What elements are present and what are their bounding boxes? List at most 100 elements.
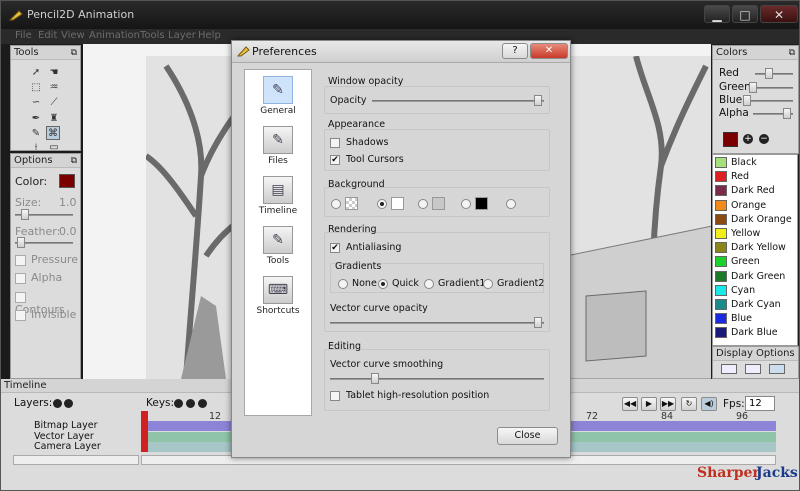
color-list-item[interactable]: Dark Green — [713, 270, 797, 284]
add-layer-button[interactable] — [53, 399, 62, 408]
brush-tool-icon[interactable]: ⟋ — [47, 96, 61, 110]
gradient-radio[interactable] — [424, 279, 434, 289]
color-list-item[interactable]: Dark Cyan — [713, 298, 797, 312]
color-list-item[interactable]: Dark Orange — [713, 213, 797, 227]
nav-tools[interactable]: ✎ Tools — [245, 226, 311, 266]
remove-color-button[interactable]: − — [759, 134, 769, 144]
background-swatch[interactable] — [432, 197, 445, 210]
layer-row-bitmap[interactable]: Bitmap Layer — [11, 421, 139, 431]
gradient-radio[interactable] — [483, 279, 493, 289]
color-list-item[interactable]: Orange — [713, 199, 797, 213]
feather-slider[interactable] — [15, 237, 73, 248]
layer-scrollbar[interactable] — [13, 455, 139, 465]
float-icon[interactable]: ⧉ — [71, 154, 77, 168]
background-radio[interactable] — [461, 199, 471, 209]
select-tool-icon[interactable]: ⬚ — [29, 81, 43, 95]
play-button[interactable]: ▶ — [641, 397, 657, 411]
menu-layer[interactable]: Layer — [168, 30, 196, 41]
close-button[interactable]: Close — [497, 427, 558, 445]
background-swatch[interactable] — [345, 197, 358, 210]
alpha-slider[interactable] — [753, 108, 793, 119]
vector-curve-smoothing-handle[interactable] — [370, 373, 379, 384]
maximize-button[interactable]: □ — [732, 5, 758, 23]
background-swatch[interactable] — [391, 197, 404, 210]
red-slider[interactable] — [755, 68, 793, 79]
layer-row-camera[interactable]: Camera Layer — [11, 442, 139, 452]
shadows-checkbox[interactable] — [330, 138, 340, 148]
menu-help[interactable]: Help — [198, 30, 221, 41]
opacity-slider-handle[interactable] — [534, 95, 542, 106]
menu-view[interactable]: View — [61, 30, 85, 41]
smudge-tool-icon[interactable]: ♒ — [47, 81, 61, 95]
invisible-checkbox[interactable]: Invisible — [15, 308, 76, 321]
dialog-close-x-button[interactable]: ✕ — [530, 43, 568, 59]
color-list-item[interactable]: Dark Blue — [713, 326, 797, 340]
float-icon[interactable]: ⧉ — [71, 46, 77, 60]
pen-tool-icon[interactable]: ✒ — [29, 112, 43, 126]
blue-slider[interactable] — [743, 95, 793, 106]
menu-file[interactable]: File — [15, 30, 32, 41]
fps-input[interactable]: 12 — [745, 396, 775, 411]
vector-curve-opacity-handle[interactable] — [534, 317, 542, 328]
display-option-icon[interactable] — [721, 364, 737, 374]
hand-tool-icon[interactable]: ☚ — [47, 66, 61, 80]
add-key-button[interactable] — [174, 399, 183, 408]
color-list-item[interactable]: Black — [713, 156, 797, 170]
color-list-item[interactable]: Red — [713, 170, 797, 184]
playhead[interactable] — [141, 411, 148, 452]
menu-edit[interactable]: Edit — [38, 30, 57, 41]
display-option-icon[interactable] — [745, 364, 761, 374]
close-window-button[interactable]: ✕ — [760, 5, 798, 23]
pressure-checkbox[interactable]: Pressure — [15, 253, 78, 266]
pointer-tool-icon[interactable]: ➚ — [29, 66, 43, 80]
green-slider[interactable] — [749, 82, 793, 93]
nav-timeline[interactable]: ▤ Timeline — [245, 176, 311, 216]
blue-slider-handle[interactable] — [743, 95, 751, 106]
sound-button[interactable]: ◀) — [701, 397, 717, 411]
bucket-tool-icon[interactable]: ♜ — [47, 112, 61, 126]
gradient-radio[interactable] — [338, 279, 348, 289]
vector-curve-smoothing-slider[interactable] — [330, 373, 544, 384]
tool-cursors-checkbox[interactable]: ✔ — [330, 155, 340, 165]
loop-button[interactable]: ↻ — [681, 397, 697, 411]
background-radio[interactable] — [377, 199, 387, 209]
tablet-checkbox[interactable] — [330, 391, 340, 401]
nav-shortcuts[interactable]: ⌨ Shortcuts — [245, 276, 311, 316]
menu-animation[interactable]: Animation — [89, 30, 140, 41]
size-slider[interactable] — [15, 209, 73, 220]
opacity-slider[interactable] — [372, 95, 544, 106]
background-radio[interactable] — [331, 199, 341, 209]
green-slider-handle[interactable] — [749, 82, 757, 93]
menu-tools[interactable]: Tools — [140, 30, 165, 41]
remove-key-button[interactable] — [186, 399, 195, 408]
display-option-icon[interactable] — [769, 364, 785, 374]
help-button[interactable]: ? — [502, 43, 528, 59]
antialiasing-checkbox[interactable]: ✔ — [330, 243, 340, 253]
feather-slider-handle[interactable] — [17, 237, 25, 248]
option-color-swatch[interactable] — [59, 174, 75, 188]
size-slider-handle[interactable] — [21, 209, 29, 220]
color-list-item[interactable]: Blue — [713, 312, 797, 326]
vector-curve-opacity-slider[interactable] — [330, 317, 544, 328]
background-swatch[interactable] — [475, 197, 488, 210]
polyline-tool-icon[interactable]: ⌘ — [46, 126, 60, 140]
color-list-item[interactable]: Cyan — [713, 284, 797, 298]
color-list-item[interactable]: Green — [713, 255, 797, 269]
current-color-swatch[interactable] — [723, 132, 738, 147]
add-color-button[interactable]: + — [743, 134, 753, 144]
background-radio[interactable] — [506, 199, 516, 209]
color-list-item[interactable]: Dark Red — [713, 184, 797, 198]
color-list[interactable]: Black Red Dark Red Orange Dark Orange Yellow D… — [712, 154, 798, 346]
remove-layer-button[interactable] — [64, 399, 73, 408]
gradient-radio[interactable] — [378, 279, 388, 289]
alpha-checkbox[interactable]: Alpha — [15, 271, 62, 284]
rewind-button[interactable]: ◀◀ — [622, 397, 638, 411]
lasso-tool-icon[interactable]: ∽ — [29, 96, 43, 110]
background-radio[interactable] — [418, 199, 428, 209]
forward-button[interactable]: ▶▶ — [660, 397, 676, 411]
float-icon[interactable]: ⧉ — [789, 46, 795, 60]
color-list-item[interactable]: Dark Yellow — [713, 241, 797, 255]
color-list-item[interactable]: Yellow — [713, 227, 797, 241]
minimize-button[interactable]: ▁ — [704, 5, 730, 23]
red-slider-handle[interactable] — [765, 68, 773, 79]
